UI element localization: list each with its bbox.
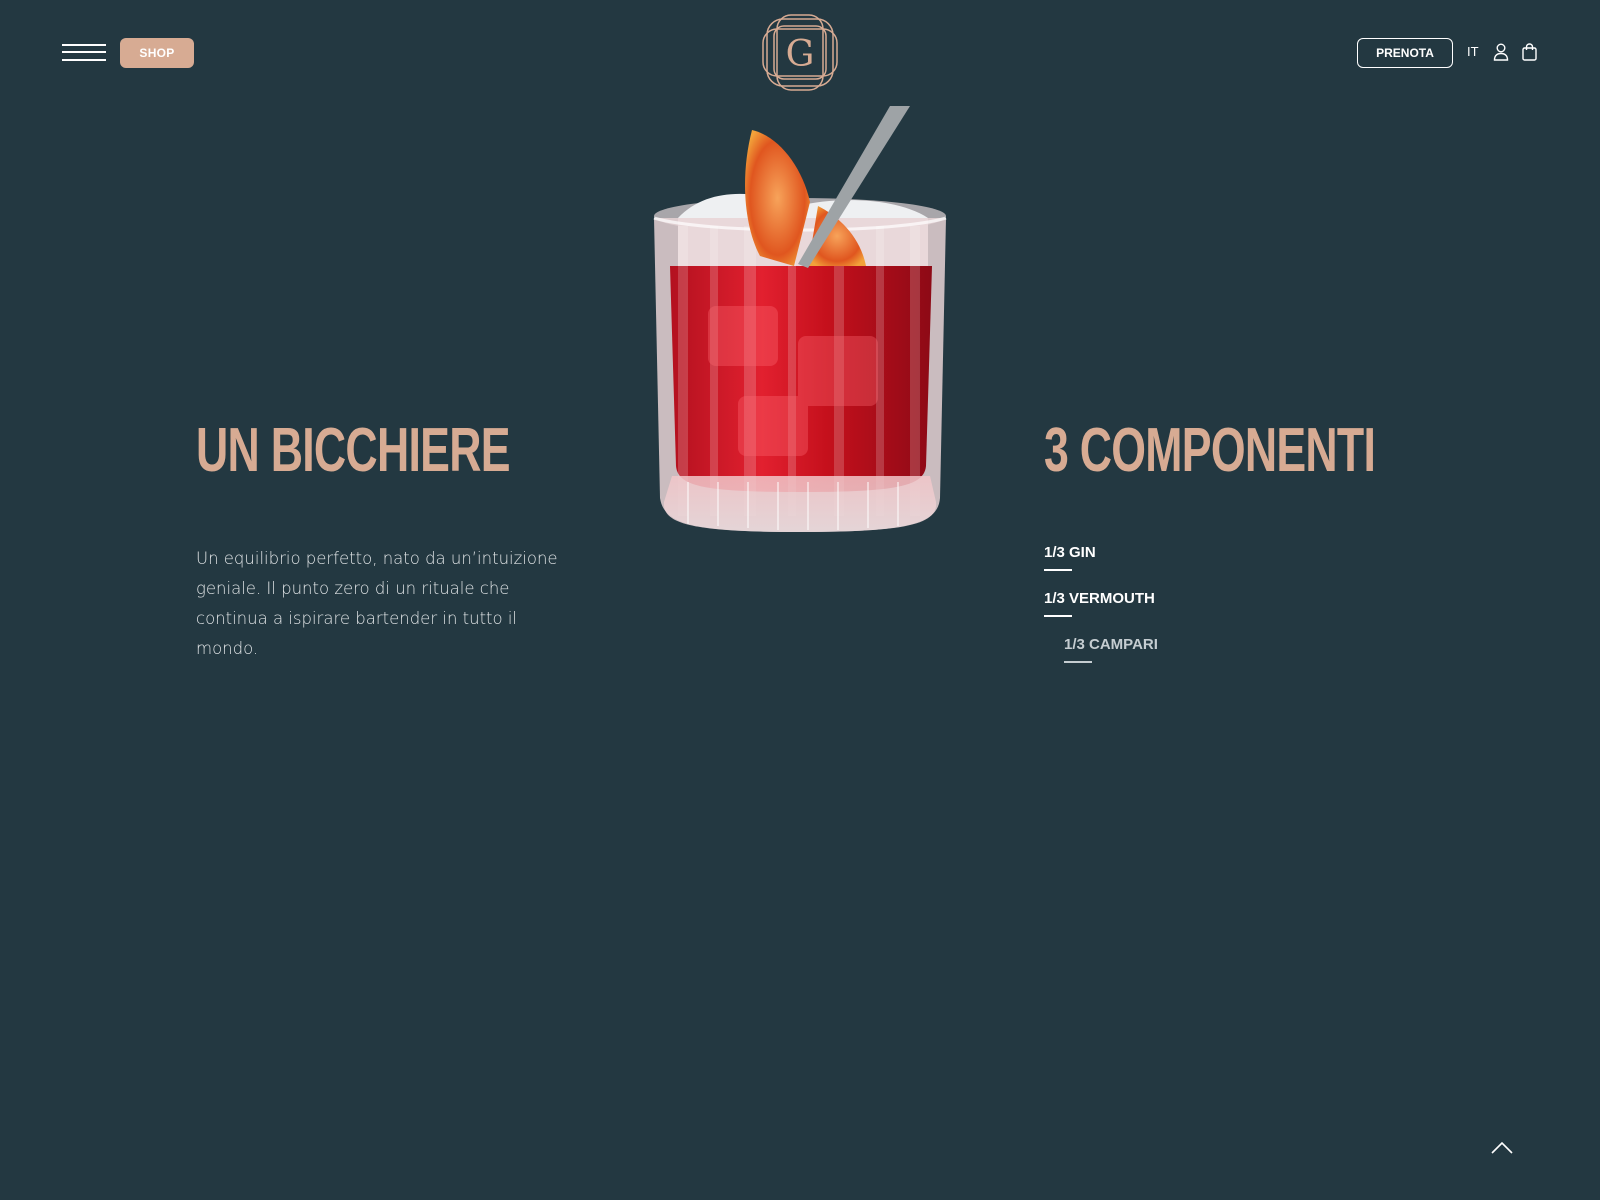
negroni-glass-image [653, 106, 947, 532]
language-selector[interactable]: IT [1467, 44, 1479, 59]
chevron-up-icon[interactable] [1490, 1141, 1514, 1155]
prenota-button[interactable]: PRENOTA [1357, 38, 1453, 68]
component-campari[interactable]: 1/3 CAMPARI [1044, 636, 1304, 682]
section-title-components: 3 COMPONENTI [1044, 416, 1376, 485]
menu-icon[interactable] [62, 42, 106, 64]
section-title-glass: UN BICCHIERE [196, 416, 511, 485]
user-icon[interactable] [1493, 43, 1509, 61]
component-label: 1/3 VERMOUTH [1044, 590, 1155, 607]
menu-line [62, 59, 106, 61]
menu-line [62, 44, 106, 46]
description-text: Un equilibrio perfetto, nato da un’intui… [196, 549, 558, 658]
underline [1044, 569, 1072, 571]
components-list: 1/3 GIN 1/3 VERMOUTH 1/3 CAMPARI [1044, 544, 1304, 682]
component-gin[interactable]: 1/3 GIN [1044, 544, 1304, 590]
logo-letter: G [786, 34, 815, 75]
component-vermouth[interactable]: 1/3 VERMOUTH [1044, 590, 1304, 636]
shopping-bag-icon[interactable] [1522, 43, 1537, 61]
component-label: 1/3 CAMPARI [1064, 636, 1158, 653]
shop-button[interactable]: SHOP [120, 38, 194, 68]
underline [1044, 615, 1072, 617]
component-label: 1/3 GIN [1044, 544, 1096, 561]
brand-logo[interactable]: G [759, 11, 841, 94]
menu-line [62, 51, 106, 53]
underline [1064, 661, 1092, 663]
